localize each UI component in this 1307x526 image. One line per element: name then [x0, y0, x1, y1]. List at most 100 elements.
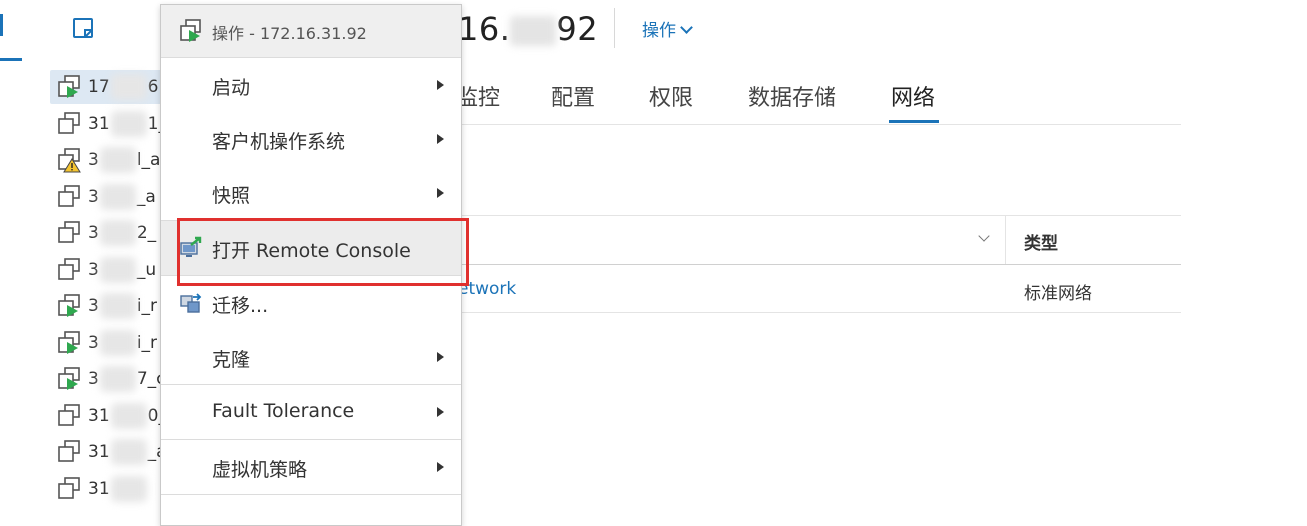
tree-item[interactable]: 311_p	[50, 107, 165, 141]
menu-item-guest-os[interactable]: 客户机操作系统	[161, 112, 461, 166]
tree-item[interactable]: 3 l_a	[50, 143, 165, 177]
highlight-annotation-box	[177, 218, 469, 286]
tree-item-label: 3	[88, 296, 99, 316]
menu-item-label: 启动	[212, 77, 251, 99]
tree-item[interactable]: 3 _u	[50, 253, 165, 287]
tabs-divider	[460, 124, 1181, 125]
vm-icon	[58, 257, 80, 280]
vm-powered-on-icon	[58, 294, 80, 317]
menu-item-label: 客户机操作系统	[212, 131, 346, 153]
network-type-cell: 标准网络	[1024, 284, 1092, 304]
submenu-arrow-icon	[437, 134, 444, 144]
tab-permissions[interactable]: 权限	[649, 80, 693, 112]
menu-item-power[interactable]: 启动	[161, 58, 461, 112]
tree-item-label: 3	[88, 186, 99, 207]
vm-powered-on-icon	[180, 19, 201, 42]
redacted-block	[510, 16, 557, 46]
tab-configure[interactable]: 配置	[551, 80, 595, 112]
tree-item[interactable]: 176.3	[50, 70, 165, 104]
title-divider	[614, 8, 615, 48]
active-tab-underline	[0, 58, 22, 61]
vm-powered-on-icon	[58, 330, 80, 354]
tree-item[interactable]: 3 i_r	[50, 326, 165, 360]
menu-item-fault-tolerance[interactable]: Fault Tolerance	[161, 385, 461, 439]
menu-item-label: 克隆	[212, 349, 251, 371]
submenu-arrow-icon	[437, 188, 444, 198]
tree-item-label: 31	[88, 405, 110, 426]
column-header-type[interactable]: 类型	[1024, 229, 1058, 254]
redacted-block	[99, 366, 136, 392]
redacted-block	[99, 147, 136, 173]
menu-item-label: 虚拟机策略	[212, 459, 308, 481]
tree-item-label: 17	[88, 77, 110, 97]
vm-icon	[58, 221, 80, 243]
inventory-tree: 176.3311_p3l_a3_a32_3_u3i_r3i_r37_c310_3…	[0, 62, 165, 514]
vm-icon	[58, 476, 80, 499]
redacted-block	[110, 439, 147, 465]
menu-item-label: 迁移...	[212, 295, 269, 317]
vm-powered-on-icon	[58, 367, 80, 390]
menu-item-clone[interactable]: 克隆	[161, 330, 461, 384]
redacted-block	[99, 256, 136, 283]
tree-item-label-tail: l_a	[136, 150, 161, 170]
redacted-block	[110, 475, 147, 502]
menu-item-label: Fault Tolerance	[212, 400, 355, 422]
blank-area	[1181, 0, 1307, 514]
tree-item-label: 3	[88, 150, 99, 170]
tree-item[interactable]: 31	[50, 472, 165, 506]
actions-dropdown-button[interactable]: 操作	[642, 16, 693, 41]
tab-datastores[interactable]: 数据存储	[748, 80, 836, 112]
vms-and-templates-tab-icon[interactable]	[71, 16, 97, 42]
tree-item[interactable]: 310_	[50, 399, 165, 433]
submenu-arrow-icon	[437, 462, 444, 472]
tab-networks[interactable]: 网络	[891, 80, 935, 112]
vm-icon	[58, 440, 80, 462]
column-divider[interactable]	[1005, 215, 1006, 264]
vm-icon	[58, 111, 80, 134]
chevron-down-icon	[680, 21, 693, 34]
vm-icon	[58, 184, 80, 207]
tree-item-label-tail: _a	[136, 186, 156, 207]
migrate-icon	[180, 293, 202, 313]
tree-item-label: 3	[88, 259, 99, 280]
tree-item-label: 3	[88, 332, 99, 353]
menu-item-snapshots[interactable]: 快照	[161, 166, 461, 220]
tree-item[interactable]: 3 2_	[50, 216, 165, 250]
tree-item-label-tail: i_r	[136, 296, 158, 316]
actions-label: 操作	[642, 21, 676, 41]
menu-header: 操作 - 172.16.31.92	[161, 5, 461, 58]
vm-powered-on-icon	[58, 75, 80, 98]
tree-item-label: 3	[88, 223, 99, 243]
redacted-block	[99, 220, 136, 246]
submenu-arrow-icon	[437, 407, 444, 417]
submenu-arrow-icon	[437, 352, 444, 362]
submenu-arrow-icon	[437, 80, 444, 90]
object-title-suffix: 92	[556, 10, 599, 48]
redacted-block	[110, 110, 147, 137]
tree-item-label-tail: _u	[136, 259, 157, 280]
tree-item-label: 3	[88, 369, 99, 389]
redacted-block	[110, 74, 147, 100]
menu-item-label: 快照	[212, 185, 251, 207]
tree-item-label: 31	[88, 478, 110, 499]
tree-item[interactable]: 3 _a	[50, 180, 165, 214]
redacted-block	[99, 293, 136, 319]
menu-item-vm-policies[interactable]: 虚拟机策略	[161, 440, 461, 494]
tree-item-label-tail: i_r	[136, 332, 158, 353]
grid-header	[460, 215, 1181, 265]
redacted-block	[99, 329, 136, 356]
tree-item-label: 31	[88, 442, 110, 462]
vm-icon	[58, 403, 80, 426]
object-title-prefix: 16.	[458, 10, 511, 48]
redacted-block	[99, 183, 136, 210]
tab-monitor[interactable]: 监控	[456, 80, 500, 112]
active-tab-edge	[0, 14, 3, 36]
tree-item[interactable]: 31 _a	[50, 435, 165, 469]
tree-item-label-tail: 2_	[136, 223, 157, 243]
vm-warning-icon	[58, 148, 81, 173]
menu-separator	[161, 494, 461, 495]
tree-item[interactable]: 3 i_r	[50, 289, 165, 323]
tree-item[interactable]: 3 7_c	[50, 362, 165, 396]
active-tab-underline	[889, 120, 939, 123]
menu-title: 操作 - 172.16.31.92	[212, 24, 367, 43]
